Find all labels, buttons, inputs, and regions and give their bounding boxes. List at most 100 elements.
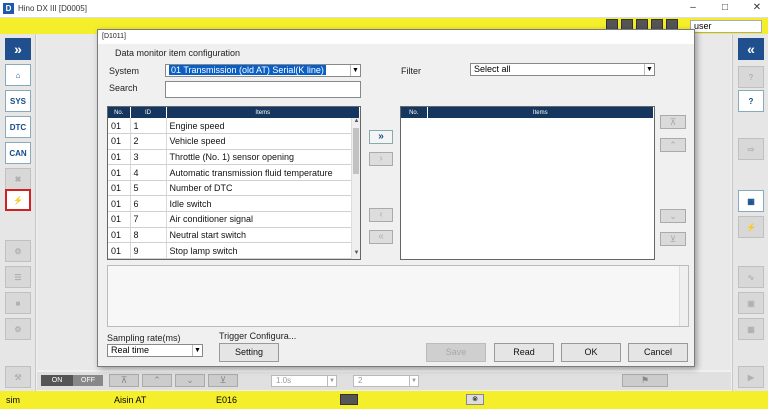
move-down-button[interactable]: ⌄ xyxy=(660,209,686,223)
add-selected-button[interactable]: › xyxy=(369,152,393,166)
add-all-button[interactable]: » xyxy=(369,130,393,144)
expand-chevron-icon[interactable]: » xyxy=(5,38,31,60)
play-icon[interactable]: ▶ xyxy=(738,366,764,388)
remove-all-button[interactable]: « xyxy=(369,230,393,244)
selected-items-table: No. Items xyxy=(401,107,654,118)
grid-view-icon[interactable]: ▦ xyxy=(738,318,764,340)
wrench-icon[interactable]: ⚒ xyxy=(5,366,31,388)
grid-header-row: No. Items xyxy=(401,107,654,118)
table-row[interactable]: 01 1 Engine speed xyxy=(108,118,360,135)
cell-no: 01 xyxy=(108,227,131,244)
close-button[interactable]: ✕ xyxy=(750,2,764,13)
col-id[interactable]: ID xyxy=(130,107,167,118)
col-no[interactable]: No. xyxy=(108,107,131,118)
ok-button[interactable]: OK xyxy=(561,343,621,362)
col-no[interactable]: No. xyxy=(401,107,428,118)
on-toggle[interactable]: ON xyxy=(41,375,73,386)
description-area xyxy=(107,265,689,327)
scroll-down-icon[interactable]: ▼ xyxy=(352,250,360,259)
table-row[interactable]: 01 5 Number of DTC xyxy=(108,180,360,197)
cell-name: Stop lamp switch xyxy=(166,242,360,259)
scroll-up-icon[interactable]: ▲ xyxy=(352,118,360,127)
home-icon[interactable]: ⌂ xyxy=(5,64,31,86)
lock-icon[interactable]: ■ xyxy=(5,292,31,314)
left-tool-panel: » ⌂ SYS DTC CAN ✖ ⚡ ⚙ ☰ ■ ⚙ ⚒ xyxy=(0,34,36,391)
cell-id: 1 xyxy=(130,118,167,135)
app-icon: D xyxy=(3,3,14,14)
cell-no: 01 xyxy=(108,180,131,197)
cancel-button[interactable]: Cancel xyxy=(628,343,688,362)
trigger-config-label: Trigger Configura... xyxy=(219,331,297,341)
description-scrollbar[interactable] xyxy=(679,266,688,326)
remove-selected-button[interactable]: ‹ xyxy=(369,208,393,222)
count-value: 2 xyxy=(358,376,363,385)
save-button[interactable]: Save xyxy=(426,343,486,362)
setting-button[interactable]: Setting xyxy=(219,343,279,362)
table-row[interactable]: 01 4 Automatic transmission fluid temperat… xyxy=(108,164,360,181)
filter-select[interactable]: Select all ▼ xyxy=(470,63,655,76)
disconnect-icon: ⊗ xyxy=(466,394,484,405)
cell-id: 4 xyxy=(130,164,167,181)
flash-icon[interactable]: ⚡ xyxy=(738,216,764,238)
system-label: System xyxy=(109,66,140,76)
interval-value: 1.0s xyxy=(276,376,292,385)
collapse-chevron-icon[interactable]: « xyxy=(738,38,764,60)
table-row[interactable]: 01 2 Vehicle speed xyxy=(108,133,360,150)
move-top-icon[interactable]: ⊼ xyxy=(109,374,139,387)
cell-name: Number of DTC xyxy=(166,180,360,197)
data-monitor-icon[interactable]: ⚡ xyxy=(5,189,31,211)
table-row[interactable]: 01 9 Stop lamp switch xyxy=(108,242,360,259)
settings-icon[interactable]: ⚙ xyxy=(5,318,31,340)
cell-name: Automatic transmission fluid temperature xyxy=(166,164,360,181)
move-bottom-button[interactable]: ⊻ xyxy=(660,232,686,246)
cell-id: 2 xyxy=(130,133,167,150)
flag-icon[interactable]: ⚑ xyxy=(622,374,668,387)
chevron-down-icon: ▼ xyxy=(409,376,418,386)
table-row[interactable]: 01 8 Neutral start switch xyxy=(108,227,360,244)
selected-items-grid: No. Items xyxy=(400,106,655,260)
waveform-icon[interactable]: ∿ xyxy=(738,266,764,288)
table-row[interactable]: 01 7 Air conditioner signal xyxy=(108,211,360,228)
system-select[interactable]: 01 Transmission (old AT) Serial(K line) … xyxy=(165,64,361,77)
system-select-icon[interactable]: SYS xyxy=(5,90,31,112)
scroll-thumb[interactable] xyxy=(353,128,359,174)
cell-no: 01 xyxy=(108,164,131,181)
grid-scrollbar[interactable]: ▲ ▼ xyxy=(351,118,360,259)
dtc-icon[interactable]: DTC xyxy=(5,116,31,138)
window-title: Hino DX III [D0005] xyxy=(18,4,87,13)
move-bottom-icon[interactable]: ⊻ xyxy=(208,374,238,387)
fullscreen-icon[interactable]: ▣ xyxy=(738,292,764,314)
info-icon[interactable]: ? xyxy=(738,66,764,88)
graph-table-icon[interactable]: ▦ xyxy=(738,190,764,212)
chevron-down-icon: ▼ xyxy=(327,376,336,386)
report-icon[interactable]: ☰ xyxy=(5,266,31,288)
move-down-icon[interactable]: ⌄ xyxy=(175,374,205,387)
col-items[interactable]: Items xyxy=(166,107,360,118)
off-toggle[interactable]: OFF xyxy=(73,375,103,386)
chevron-down-icon: ▼ xyxy=(192,345,202,356)
sampling-rate-select[interactable]: Real time ▼ xyxy=(107,344,203,357)
can-icon[interactable]: CAN xyxy=(5,142,31,164)
col-items[interactable]: Items xyxy=(427,107,654,118)
move-top-button[interactable]: ⊼ xyxy=(660,115,686,129)
move-up-button[interactable]: ⌃ xyxy=(660,138,686,152)
table-row[interactable]: 01 6 Idle switch xyxy=(108,195,360,213)
interval-select[interactable]: 1.0s ▼ xyxy=(271,375,337,387)
window-controls: – □ ✕ xyxy=(686,2,764,13)
count-select[interactable]: 2 ▼ xyxy=(353,375,419,387)
dialog-title: [D1011] xyxy=(98,30,694,44)
search-input[interactable] xyxy=(165,81,361,98)
cell-name: Throttle (No. 1) sensor opening xyxy=(166,149,360,166)
status-code: E016 xyxy=(216,395,238,405)
tools-icon[interactable]: ✖ xyxy=(5,168,31,190)
read-button[interactable]: Read xyxy=(494,343,554,362)
cell-name: Idle switch xyxy=(166,195,360,213)
move-up-icon[interactable]: ⌃ xyxy=(142,374,172,387)
export-icon[interactable]: ⇨ xyxy=(738,138,764,160)
help-manual-icon[interactable]: ? xyxy=(738,90,764,112)
maximize-button[interactable]: □ xyxy=(718,2,732,13)
actuator-icon[interactable]: ⚙ xyxy=(5,240,31,262)
minimize-button[interactable]: – xyxy=(686,2,700,13)
table-row[interactable]: 01 3 Throttle (No. 1) sensor opening xyxy=(108,149,360,166)
cell-no: 01 xyxy=(108,242,131,259)
